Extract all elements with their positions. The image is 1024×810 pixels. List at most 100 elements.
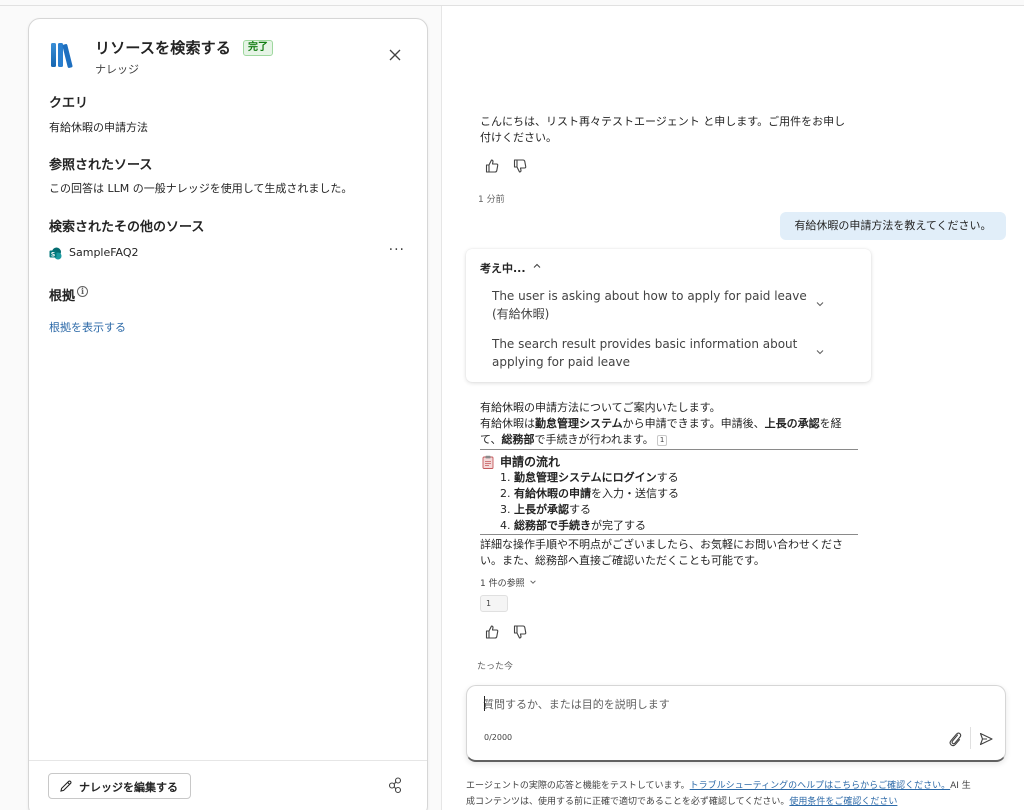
flow-step: 3. 上長が承認する bbox=[500, 502, 591, 518]
step-bold: 勤怠管理システムにログイン bbox=[514, 471, 657, 484]
step-bold: 上長が承認 bbox=[514, 503, 569, 516]
footer-divider bbox=[29, 760, 427, 761]
grounds-heading-label: 根拠 bbox=[49, 289, 76, 304]
thumbs-down-icon[interactable] bbox=[512, 158, 528, 174]
answer-closing: い。また、総務部へ直接ご確認いただくことも可能です。 bbox=[480, 554, 765, 567]
answer-divider bbox=[480, 449, 858, 450]
close-button[interactable] bbox=[385, 45, 405, 65]
answer-text: を経 bbox=[819, 417, 842, 430]
chat-input-box: 0/2000 bbox=[466, 685, 1006, 762]
more-options-button[interactable]: ··· bbox=[389, 242, 405, 258]
answer-intro: 有給休暇の申請方法についてご案内いたします。 bbox=[480, 401, 721, 414]
close-icon bbox=[389, 49, 401, 61]
step-number: 4. bbox=[500, 519, 511, 532]
thinking-header[interactable]: 考え中... bbox=[480, 260, 526, 276]
answer-closing: 詳細な操作手順や不明点がございましたら、お気軽にお問い合わせくださ bbox=[480, 538, 843, 551]
flow-step: 2. 有給休暇の申請を入力・送信する bbox=[500, 486, 679, 502]
thinking-card: 考え中... The user is asking about how to a… bbox=[466, 249, 871, 382]
paperclip-icon[interactable] bbox=[948, 731, 962, 747]
flow-step: 4. 総務部で手続きが完了する bbox=[500, 518, 646, 534]
flow-icon[interactable] bbox=[387, 776, 405, 794]
panel-header: リソースを検索する 完了 ナレッジ bbox=[49, 39, 407, 79]
step-bold: 総務部で手続き bbox=[514, 519, 591, 532]
flow-title: 申請の流れ bbox=[500, 455, 561, 469]
answer-bold: 総務部 bbox=[501, 433, 535, 446]
answer-text: 有給休暇は bbox=[480, 417, 535, 430]
knowledge-logo-icon bbox=[51, 43, 73, 68]
thumbs-down-icon[interactable] bbox=[512, 624, 528, 640]
disclaimer-text: エージェントの実際の応答と機能をテストしています。 bbox=[466, 781, 690, 791]
thinking-step-text: The search result provides basic informa… bbox=[492, 337, 798, 351]
thinking-step-text: (有給休暇) bbox=[492, 307, 550, 321]
citation-marker[interactable]: 1 bbox=[656, 435, 668, 446]
timestamp: 1 分前 bbox=[478, 195, 505, 205]
edit-knowledge-button[interactable]: ナレッジを編集する bbox=[48, 773, 191, 799]
step-text: する bbox=[656, 471, 679, 484]
info-icon[interactable]: i bbox=[77, 286, 88, 297]
panel-title: リソースを検索する bbox=[95, 39, 232, 57]
thinking-step[interactable]: The search result provides basic informa… bbox=[492, 335, 812, 371]
chevron-down-icon bbox=[530, 580, 537, 584]
answer-text: から申請できます。申請後、 bbox=[622, 417, 765, 430]
disclaimer-text: 成コンテンツは、使用する前に正確で適切であることを必ず確認してください。 bbox=[466, 797, 790, 807]
source-item[interactable]: S SampleFAQ2 ··· bbox=[49, 242, 407, 263]
greeting-line: 付けください。 bbox=[480, 131, 557, 144]
references-toggle[interactable]: 1 件の参照 bbox=[480, 576, 537, 589]
step-text: が完了する bbox=[591, 519, 646, 532]
status-badge: 完了 bbox=[243, 40, 273, 56]
answer-bold: 上長の承認 bbox=[764, 417, 820, 430]
chevron-up-icon[interactable] bbox=[532, 261, 542, 271]
step-text: を入力・送信する bbox=[591, 487, 679, 500]
referenced-sources-heading: 参照されたソース bbox=[49, 158, 153, 173]
answer-text: で手続きが行われます。 bbox=[534, 433, 654, 446]
grounds-heading: 根拠 bbox=[49, 285, 75, 304]
sharepoint-icon: S bbox=[49, 247, 62, 260]
clipboard-icon bbox=[482, 455, 494, 469]
search-resource-panel: リソースを検索する 完了 ナレッジ クエリ 有給休暇の申請方法 参照されたソース… bbox=[28, 18, 428, 810]
show-grounds-link[interactable]: 根拠を表示する bbox=[49, 319, 126, 335]
thinking-step-text: applying for paid leave bbox=[492, 355, 630, 369]
answer-bold: 勤怠管理システム bbox=[535, 417, 623, 430]
disclaimer-text: AI 生 bbox=[950, 781, 971, 791]
greeting-line: こんにちは、リスト再々テストエージェント と申します。ご用件をお申し bbox=[480, 115, 846, 128]
flow-step: 1. 勤怠管理システムにログインする bbox=[500, 470, 679, 486]
panel-divider bbox=[441, 6, 442, 810]
bot-greeting: こんにちは、リスト再々テストエージェント と申します。ご用件をお申し 付けくださ… bbox=[480, 114, 845, 146]
step-number: 1. bbox=[500, 471, 511, 484]
step-text: する bbox=[569, 503, 591, 516]
step-number: 2. bbox=[500, 487, 511, 500]
thinking-step-text: The user is asking about how to apply fo… bbox=[492, 289, 807, 303]
answer-divider bbox=[480, 534, 858, 535]
answer-line: 有給休暇は勤怠管理システムから申請できます。申請後、上長の承認を経 bbox=[480, 416, 860, 432]
referenced-sources-text: この回答は LLM の一般ナレッジを使用して生成されました。 bbox=[49, 182, 353, 195]
thumbs-up-icon[interactable] bbox=[484, 624, 500, 640]
query-heading: クエリ bbox=[49, 96, 89, 111]
panel-subtitle: ナレッジ bbox=[95, 63, 139, 76]
source-name: SampleFAQ2 bbox=[69, 246, 139, 259]
step-number: 3. bbox=[500, 503, 511, 516]
character-counter: 0/2000 bbox=[484, 733, 513, 742]
reference-chip[interactable]: 1 bbox=[480, 595, 508, 612]
input-separator bbox=[970, 727, 971, 749]
terms-link[interactable]: 使用条件をご確認ください bbox=[789, 797, 897, 807]
disclaimer: エージェントの実際の応答と機能をテストしています。トラブルシューティングのヘルプ… bbox=[466, 778, 1014, 810]
chat-input[interactable] bbox=[483, 695, 943, 713]
svg-text:S: S bbox=[51, 251, 55, 258]
references-label: 1 件の参照 bbox=[480, 579, 525, 589]
send-icon[interactable] bbox=[979, 732, 993, 746]
answer-line: て、総務部で手続きが行われます。 1 bbox=[480, 432, 860, 448]
query-text: 有給休暇の申請方法 bbox=[49, 121, 148, 134]
chevron-down-icon[interactable] bbox=[815, 299, 825, 309]
user-message: 有給休暇の申請方法を教えてください。 bbox=[780, 212, 1006, 240]
edit-knowledge-label: ナレッジを編集する bbox=[79, 781, 178, 794]
thinking-step[interactable]: The user is asking about how to apply fo… bbox=[492, 287, 812, 323]
text-caret bbox=[484, 696, 485, 711]
other-sources-heading: 検索されたその他のソース bbox=[49, 220, 205, 235]
chevron-down-icon[interactable] bbox=[815, 347, 825, 357]
timestamp: たった今 bbox=[477, 662, 514, 672]
troubleshooting-link[interactable]: トラブルシューティングのヘルプはこちらからご確認ください。 bbox=[690, 781, 950, 791]
answer-text: て、 bbox=[480, 433, 502, 446]
thumbs-up-icon[interactable] bbox=[484, 158, 500, 174]
step-bold: 有給休暇の申請 bbox=[514, 487, 591, 500]
pencil-icon bbox=[60, 780, 72, 792]
